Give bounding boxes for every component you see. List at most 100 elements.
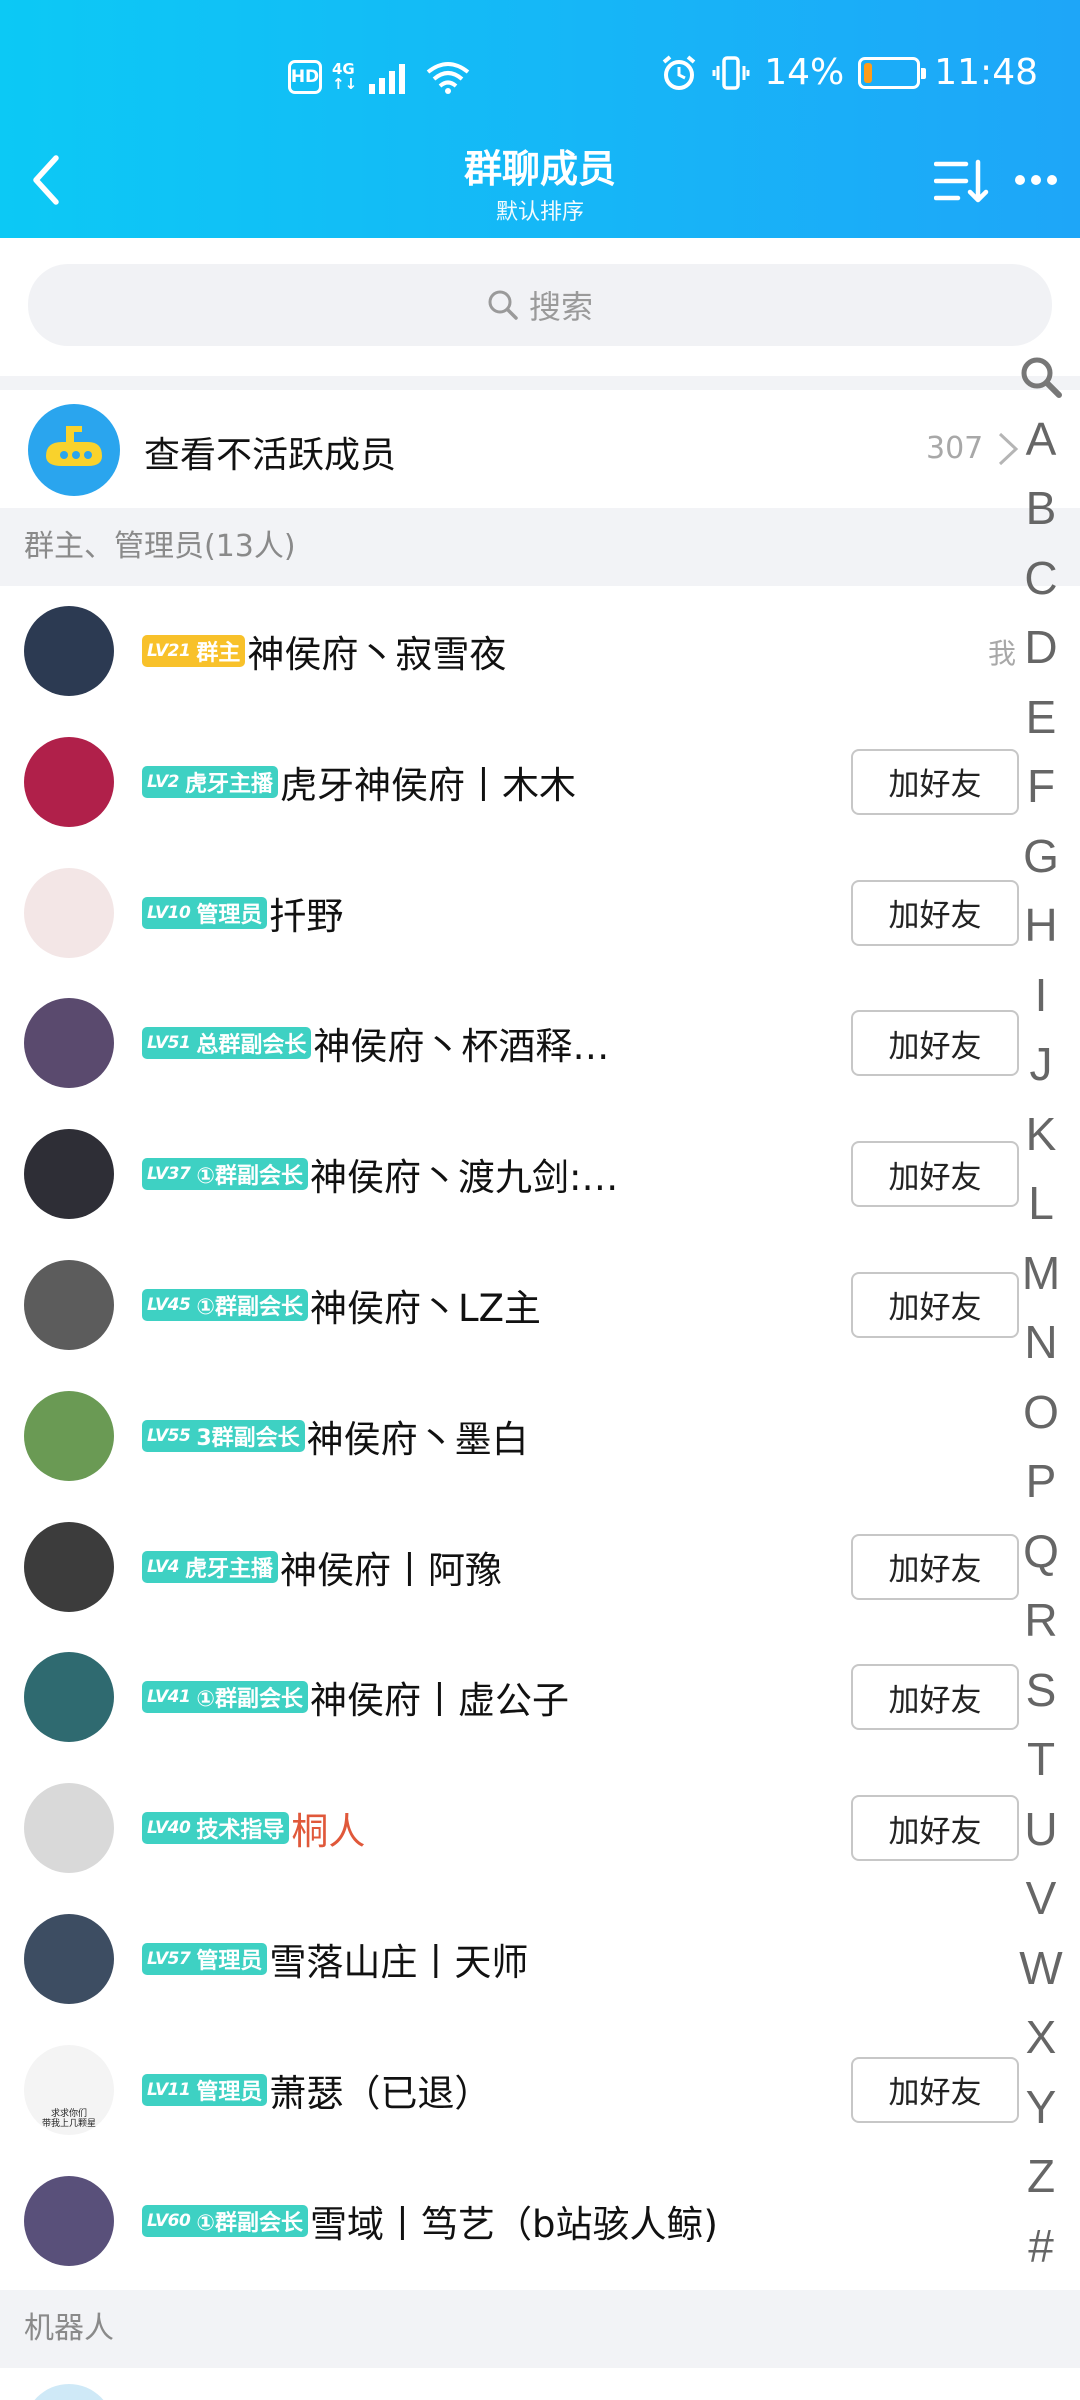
level-label: LV4 [147, 1556, 179, 1577]
index-letter[interactable]: E [1012, 682, 1070, 752]
member-info: LV51 总群副会长 神侯府丶杯酒释… [142, 978, 609, 1108]
member-info: LV41 ①群副会长 神侯府丨虚公子 [142, 1632, 569, 1762]
avatar-caption: 求求你们 带我上几颗星 [41, 2108, 96, 2129]
index-letter[interactable]: V [1012, 1864, 1070, 1934]
add-friend-button[interactable]: 加好友 [851, 1533, 1019, 1600]
more-dots-icon[interactable] [1014, 170, 1058, 190]
index-letter[interactable]: M [1012, 1238, 1070, 1308]
index-letter[interactable]: G [1012, 821, 1070, 891]
add-friend-button[interactable]: 加好友 [851, 748, 1019, 815]
avatar[interactable] [24, 1652, 114, 1743]
battery-percent: 14% [764, 52, 845, 93]
index-letter[interactable]: H [1012, 891, 1070, 961]
index-letter[interactable]: A [1012, 404, 1070, 474]
index-letter[interactable]: N [1012, 1308, 1070, 1378]
search-icon [488, 290, 518, 320]
member-row[interactable]: LV4 虎牙主播 神侯府丨阿豫 加好友 [0, 1501, 1080, 1633]
member-row[interactable]: LV21 群主 神侯府丶寂雪夜我 [0, 586, 1080, 717]
index-letter[interactable]: Y [1012, 2072, 1070, 2142]
index-letter[interactable]: D [1012, 613, 1070, 683]
avatar[interactable] [24, 1390, 114, 1481]
index-letter[interactable]: Q [1012, 1516, 1070, 1586]
avatar[interactable] [24, 1913, 114, 2004]
member-row[interactable]: LV55 3群副会长 神侯府丶墨白 [0, 1370, 1080, 1502]
role-label: 群主 [196, 641, 241, 666]
member-row[interactable]: LV57 管理员 雪落山庄丨天师 [0, 1893, 1080, 2025]
member-row[interactable]: LV40 技术指导 桐人 加好友 [0, 1763, 1080, 1894]
member-row[interactable]: LV45 ①群副会长 神侯府丶LZ主 加好友 [0, 1239, 1080, 1371]
add-friend-button[interactable]: 加好友 [851, 2056, 1019, 2123]
index-letter[interactable]: W [1012, 1933, 1070, 2003]
avatar[interactable] [24, 1783, 114, 1874]
index-letter[interactable]: I [1012, 960, 1070, 1030]
member-name: 神侯府丶渡九剑:… [309, 1156, 619, 1200]
search-input[interactable]: 搜索 [28, 264, 1052, 346]
avatar[interactable] [24, 736, 114, 827]
alphabet-index[interactable]: A B C D E F G H I J K L M N O P Q R S T U V W X Y Z # [1012, 350, 1070, 2281]
inactive-members-row[interactable]: 查看不活跃成员 307 [0, 390, 1080, 508]
level-label: LV51 [147, 1033, 191, 1054]
avatar[interactable] [24, 2384, 114, 2400]
index-letter[interactable]: R [1012, 1586, 1070, 1656]
avatar[interactable] [24, 1259, 114, 1350]
avatar[interactable] [24, 867, 114, 958]
index-letter[interactable]: B [1012, 474, 1070, 544]
member-name: 神侯府丶LZ主 [309, 1286, 541, 1330]
member-row[interactable]: 求求你们 带我上几颗星 LV11 管理员 萧瑟（已退） 加好友 [0, 2024, 1080, 2156]
index-letter[interactable]: K [1012, 1099, 1070, 1169]
index-letter[interactable]: C [1012, 543, 1070, 613]
add-friend-button[interactable]: 加好友 [851, 1664, 1019, 1731]
network-arrows: ↑↓ [332, 75, 358, 93]
add-friend-button[interactable]: 加好友 [851, 1141, 1019, 1208]
divider-band [0, 376, 1080, 390]
role-label: ①群副会长 [196, 1164, 303, 1190]
level-label: LV60 [147, 2210, 191, 2231]
index-letter[interactable]: X [1012, 2003, 1070, 2073]
add-friend-button[interactable]: 加好友 [851, 879, 1019, 946]
index-search-icon[interactable] [1012, 350, 1070, 404]
index-letter[interactable]: F [1012, 752, 1070, 822]
section-header-admins: 群主、管理员(13人) [0, 508, 1080, 586]
avatar[interactable] [24, 1129, 114, 1220]
add-friend-button[interactable]: 加好友 [851, 1271, 1019, 1338]
index-letter[interactable]: S [1012, 1655, 1070, 1725]
role-badge: LV57 管理员 [142, 1942, 268, 1975]
add-friend-button[interactable]: 加好友 [851, 1795, 1019, 1862]
member-row[interactable]: LV2 虎牙主播 虎牙神侯府丨木木 加好友 [0, 716, 1080, 848]
member-info: LV2 虎牙主播 虎牙神侯府丨木木 [142, 717, 576, 847]
index-letter[interactable]: T [1012, 1725, 1070, 1795]
add-friend-button[interactable]: 加好友 [851, 1010, 1019, 1077]
index-letter[interactable]: Z [1012, 2142, 1070, 2212]
submarine-icon [28, 404, 120, 496]
sort-list-icon[interactable] [934, 158, 990, 204]
member-row[interactable]: LV51 总群副会长 神侯府丶杯酒释… 加好友 [0, 978, 1080, 1110]
avatar[interactable] [24, 1521, 114, 1612]
member-row[interactable]: LV10 管理员 扦野 加好友 [0, 847, 1080, 979]
avatar[interactable] [24, 2175, 114, 2266]
sort-mode-subtitle[interactable]: 默认排序 [0, 194, 1080, 226]
role-badge: LV55 3群副会长 [142, 1419, 305, 1452]
index-letter[interactable]: # [1012, 2211, 1070, 2281]
avatar[interactable] [24, 998, 114, 1089]
member-row[interactable]: LV41 ①群副会长 神侯府丨虚公子 加好友 [0, 1632, 1080, 1764]
search-placeholder: 搜索 [528, 288, 593, 326]
index-letter[interactable]: L [1012, 1169, 1070, 1239]
vibrate-icon [712, 55, 750, 90]
member-name: 扦野 [269, 894, 344, 938]
level-label: LV41 [147, 1687, 191, 1708]
avatar[interactable] [24, 606, 114, 696]
wifi-icon [426, 62, 470, 94]
index-letter[interactable]: P [1012, 1447, 1070, 1517]
index-letter[interactable]: J [1012, 1030, 1070, 1100]
signal-icon [369, 64, 406, 94]
member-row[interactable]: LV37 ①群副会长 神侯府丶渡九剑:… 加好友 [0, 1109, 1080, 1240]
role-label: 管理员 [196, 902, 263, 928]
page-title: 群聊成员 [463, 147, 616, 191]
index-letter[interactable]: O [1012, 1377, 1070, 1447]
avatar[interactable]: 求求你们 带我上几颗星 [24, 2044, 114, 2135]
role-label: ①群副会长 [196, 1294, 303, 1320]
member-name: 桐人 [291, 1810, 366, 1854]
index-letter[interactable]: U [1012, 1794, 1070, 1864]
member-name: 神侯府丶杯酒释… [313, 1025, 610, 1069]
member-row[interactable]: LV60 ①群副会长 雪域丨笃艺（b站骇人鲸) [0, 2155, 1080, 2287]
